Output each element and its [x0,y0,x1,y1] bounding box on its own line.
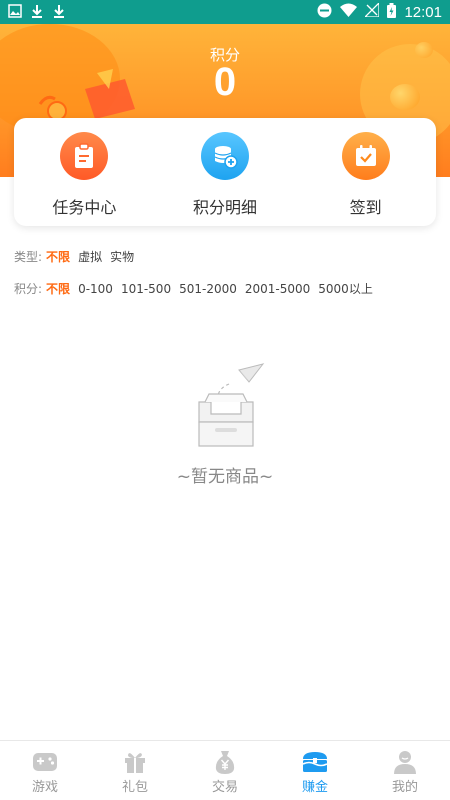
nav-label-gifts: 礼包 [121,780,148,795]
points-option-501-2000[interactable]: 501-2000 [179,282,237,296]
nav-label-profile: 我的 [391,780,418,795]
type-option-unlimited[interactable]: 不限 [46,248,70,265]
user-icon [391,750,419,774]
points-option-5000-plus[interactable]: 5000以上 [318,280,373,297]
nav-tab-earn[interactable]: 赚金 [270,741,360,800]
points-value: 0 [213,60,237,104]
check-in-label: 签到 [349,198,382,217]
points-option-unlimited[interactable]: 不限 [46,280,70,297]
nav-label-trade: 交易 [211,780,238,795]
download-notification-icon [52,3,66,22]
status-time: 12:01 [404,3,442,21]
empty-state: ~暂无商品~ [0,362,450,487]
treasure-chest-icon [301,750,329,774]
type-filter: 类型: 不限 虚拟 实物 [14,248,142,265]
nav-tab-trade[interactable]: 交易 [180,741,270,800]
nav-label-earn: 赚金 [301,780,328,795]
nav-tab-gifts[interactable]: 礼包 [90,741,180,800]
status-bar: 12:01 [0,0,450,24]
bottom-navigation: 游戏 礼包 交易 赚金 我的 [0,740,450,800]
task-center-button[interactable]: 任务中心 [14,118,155,226]
nav-tab-profile[interactable]: 我的 [360,741,450,800]
points-detail-label: 积分明细 [193,198,258,217]
points-option-0-100[interactable]: 0-100 [78,282,113,296]
gift-icon [121,750,149,774]
empty-message: ~暂无商品~ [176,467,274,487]
image-notification-icon [8,3,22,22]
type-option-physical[interactable]: 实物 [110,248,134,265]
download-notification-icon [30,3,44,22]
check-in-button[interactable]: 签到 [295,118,436,226]
coins-icon [201,132,249,180]
points-detail-button[interactable]: 积分明细 [155,118,296,226]
nav-label-games: 游戏 [31,780,58,795]
points-option-101-500[interactable]: 101-500 [121,282,171,296]
gamepad-icon [31,750,59,774]
task-center-label: 任务中心 [52,198,117,217]
type-filter-label: 类型: [14,250,43,264]
nav-tab-games[interactable]: 游戏 [0,741,90,800]
points-filter: 积分: 不限 0-100 101-500 501-2000 2001-5000 … [14,280,381,297]
points-option-2001-5000[interactable]: 2001-5000 [245,282,310,296]
empty-box-icon [198,363,265,447]
calendar-check-icon [341,132,390,180]
signal-icon [363,1,381,21]
wifi-icon [340,3,358,21]
points-filter-label: 积分: [14,282,43,296]
yen-bag-icon [211,750,239,774]
battery-icon [387,2,397,22]
quick-actions-card: 任务中心 积分明细 签到 [14,118,436,226]
type-option-virtual[interactable]: 虚拟 [78,248,102,265]
clipboard-icon [60,132,109,180]
do-not-disturb-icon [317,3,332,22]
